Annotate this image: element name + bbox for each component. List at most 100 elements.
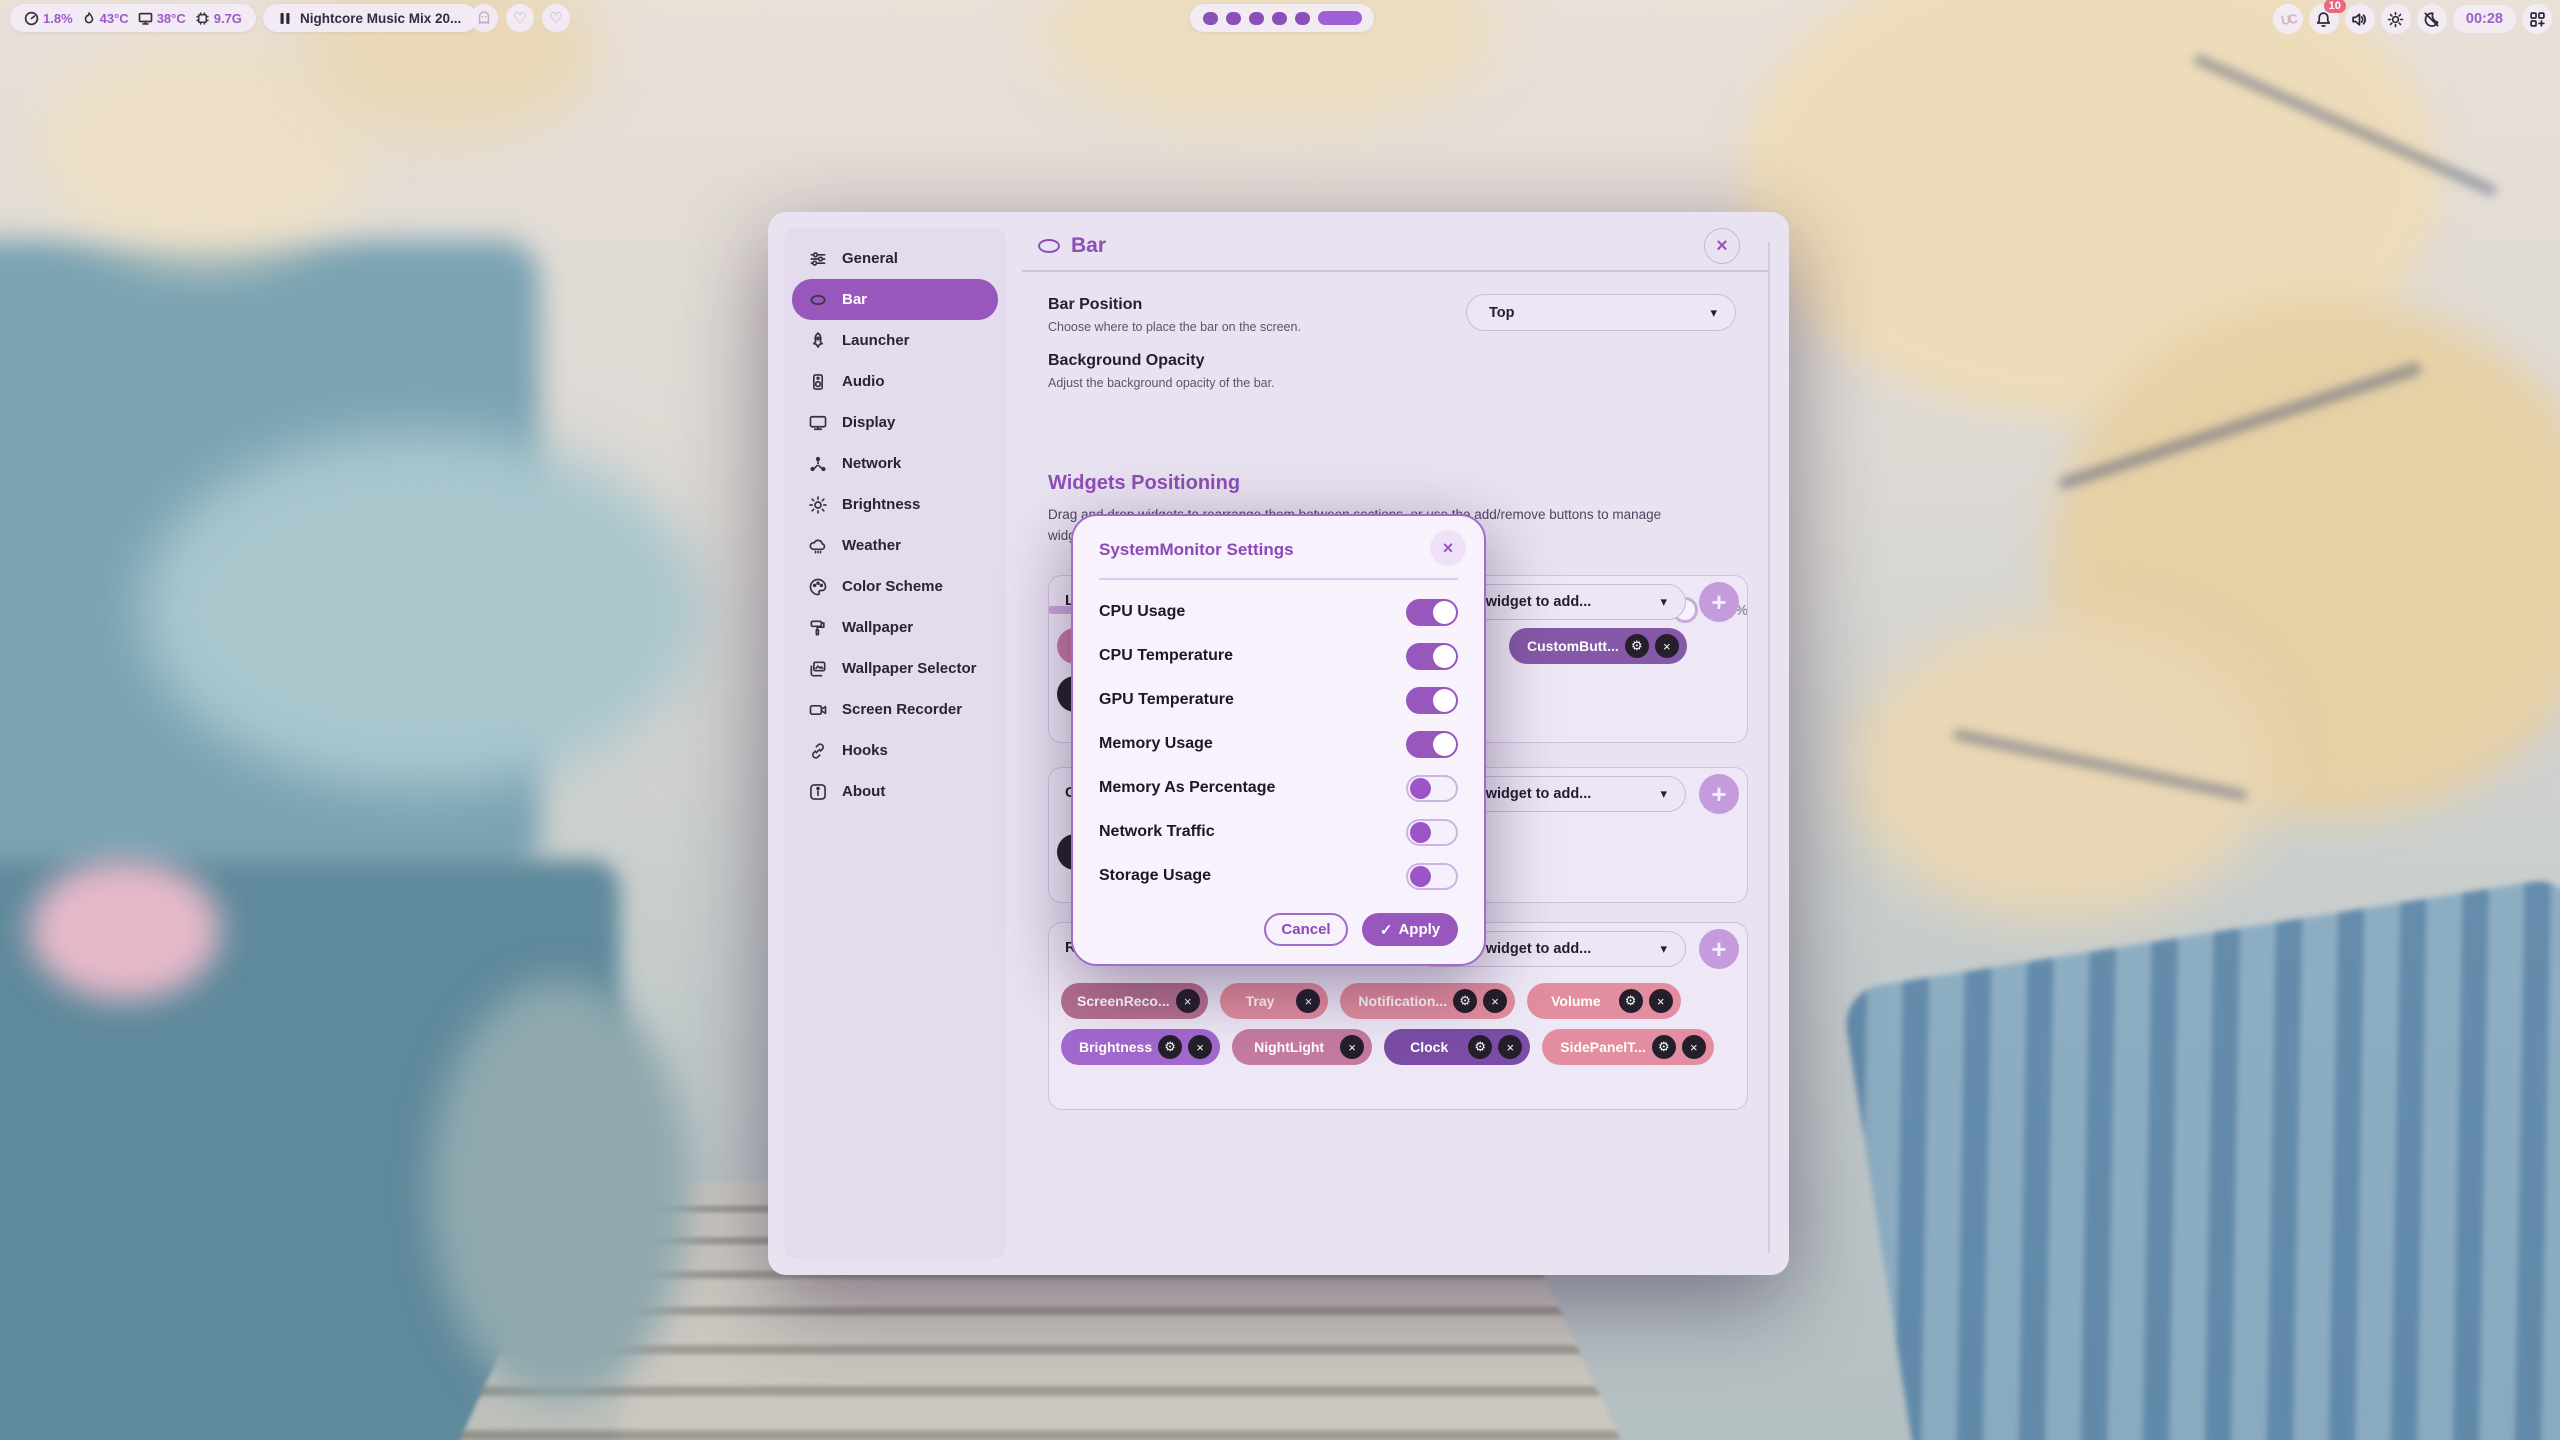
bar-position-description: Choose where to place the bar on the scr…	[1048, 320, 1301, 334]
chip-remove-icon[interactable]: ×	[1296, 989, 1320, 1013]
sidebar-item-network[interactable]: Network	[792, 443, 998, 484]
chip-remove-icon[interactable]: ×	[1498, 1035, 1522, 1059]
widget-chip-custombutton[interactable]: CustomButt... ⚙ ×	[1509, 628, 1687, 664]
chevron-down-icon: ▾	[1710, 305, 1717, 321]
monitor-icon	[808, 413, 828, 433]
dashboard-button[interactable]	[2522, 4, 2552, 34]
window-close-button[interactable]: ×	[1704, 228, 1740, 264]
apply-button[interactable]: ✓ Apply	[1362, 913, 1458, 946]
chip-remove-icon[interactable]: ×	[1340, 1035, 1364, 1059]
volume-button[interactable]	[2345, 4, 2375, 34]
widget-chip-brightness[interactable]: Brightness ⚙ ×	[1061, 1029, 1220, 1065]
wallpaper-foliage	[1850, 620, 2270, 920]
chevron-down-icon: ▾	[1660, 941, 1667, 957]
left-widgets-add-button[interactable]: +	[1699, 582, 1739, 622]
workspace-dot-active[interactable]	[1318, 11, 1362, 25]
sidebar-item-weather[interactable]: Weather	[792, 525, 998, 566]
sidebar-item-wallpaper[interactable]: Wallpaper	[792, 607, 998, 648]
like-button[interactable]: ♡	[542, 4, 570, 32]
sidebar-item-launcher[interactable]: Launcher	[792, 320, 998, 361]
widget-chip-nightlight[interactable]: NightLight ×	[1232, 1029, 1372, 1065]
chip-remove-icon[interactable]: ×	[1655, 634, 1679, 658]
chip-settings-icon[interactable]: ⚙	[1625, 634, 1649, 658]
workspace-dot[interactable]	[1226, 12, 1241, 25]
memory-stat: 9.7G	[195, 11, 242, 26]
workspace-dot[interactable]	[1272, 12, 1287, 25]
sidebar-item-color-scheme[interactable]: Color Scheme	[792, 566, 998, 607]
center-widgets-add-button[interactable]: +	[1699, 774, 1739, 814]
heart-icon: ♡	[549, 11, 562, 26]
notifications-button[interactable]: 10	[2309, 4, 2339, 34]
night-light-button[interactable]	[2417, 4, 2447, 34]
tray-app-icon: UC	[2280, 11, 2297, 28]
workspace-indicator[interactable]	[1190, 4, 1374, 32]
toggle-thumb	[1433, 733, 1456, 756]
toggle-thumb	[1410, 822, 1431, 843]
toggle-thumb	[1410, 778, 1431, 799]
right-widgets-add-button[interactable]: +	[1699, 929, 1739, 969]
chip-settings-icon[interactable]: ⚙	[1453, 989, 1477, 1013]
ghost-button[interactable]	[470, 4, 498, 32]
widget-chip-tray[interactable]: Tray ×	[1220, 983, 1329, 1019]
clock-pill[interactable]: 00:28	[2453, 5, 2516, 33]
chip-remove-icon[interactable]: ×	[1188, 1035, 1212, 1059]
brightness-button[interactable]	[2381, 4, 2411, 34]
workspace-dot[interactable]	[1203, 12, 1218, 25]
paint-roller-icon	[808, 618, 828, 638]
speaker-icon	[2351, 11, 2368, 28]
wallpaper-blossom	[30, 860, 220, 1000]
widget-chip-notification[interactable]: Notification... ⚙ ×	[1340, 983, 1515, 1019]
memory-usage-toggle[interactable]	[1406, 731, 1458, 758]
gpu-temperature-toggle[interactable]	[1406, 687, 1458, 714]
toggle-row-cpu-usage: CPU Usage	[1099, 590, 1458, 634]
cpu-usage-toggle[interactable]	[1406, 599, 1458, 626]
sidebar-item-wallpaper-selector[interactable]: Wallpaper Selector	[792, 648, 998, 689]
widget-chip-screenrecorder[interactable]: ScreenReco... ×	[1061, 983, 1208, 1019]
workspace-dot[interactable]	[1249, 12, 1264, 25]
memory-as-percentage-toggle[interactable]	[1406, 775, 1458, 802]
page-title: Bar	[1038, 234, 1106, 258]
chip-remove-icon[interactable]: ×	[1483, 989, 1507, 1013]
chip-settings-icon[interactable]: ⚙	[1619, 989, 1643, 1013]
sidebar-item-about[interactable]: About	[792, 771, 998, 812]
workspace-dot[interactable]	[1295, 12, 1310, 25]
bar-position-dropdown[interactable]: Top ▾	[1466, 294, 1736, 331]
palette-icon	[808, 577, 828, 597]
sidebar-item-screen-recorder[interactable]: Screen Recorder	[792, 689, 998, 730]
top-bar: 1.8% 43°C 38°C 9.7G Nightcore Music Mix …	[0, 0, 2560, 36]
cpu-temperature-toggle[interactable]	[1406, 643, 1458, 670]
tray-app-button[interactable]: UC	[2273, 4, 2303, 34]
wallpaper-water	[140, 430, 700, 790]
toggle-row-cpu-temperature: CPU Temperature	[1099, 634, 1458, 678]
media-player-pill[interactable]: Nightcore Music Mix 20...	[263, 4, 477, 32]
chip-settings-icon[interactable]: ⚙	[1652, 1035, 1676, 1059]
sidebar-item-general[interactable]: General	[792, 238, 998, 279]
network-traffic-toggle[interactable]	[1406, 819, 1458, 846]
chip-settings-icon[interactable]: ⚙	[1468, 1035, 1492, 1059]
sun-icon	[808, 495, 828, 515]
media-title: Nightcore Music Mix 20...	[300, 11, 461, 26]
systemmonitor-settings-dialog: SystemMonitor Settings × CPU Usage CPU T…	[1071, 514, 1486, 966]
sidebar-item-brightness[interactable]: Brightness	[792, 484, 998, 525]
widget-chip-volume[interactable]: Volume ⚙ ×	[1527, 983, 1681, 1019]
chip-remove-icon[interactable]: ×	[1682, 1035, 1706, 1059]
chip-remove-icon[interactable]: ×	[1176, 989, 1200, 1013]
sidebar-item-audio[interactable]: Audio	[792, 361, 998, 402]
ghost-icon	[476, 10, 492, 26]
chip-remove-icon[interactable]: ×	[1649, 989, 1673, 1013]
system-stats-pill[interactable]: 1.8% 43°C 38°C 9.7G	[10, 4, 256, 32]
widget-chip-sidepanel[interactable]: SidePanelT... ⚙ ×	[1542, 1029, 1714, 1065]
sun-icon	[2387, 11, 2404, 28]
sidebar-item-bar[interactable]: Bar	[792, 279, 998, 320]
toggle-thumb	[1433, 601, 1456, 624]
storage-usage-toggle[interactable]	[1406, 863, 1458, 890]
chip-settings-icon[interactable]: ⚙	[1158, 1035, 1182, 1059]
cancel-button[interactable]: Cancel	[1264, 913, 1348, 946]
sidebar-item-display[interactable]: Display	[792, 402, 998, 443]
dialog-close-button[interactable]: ×	[1430, 530, 1466, 566]
heart-icon: ♡	[513, 11, 526, 26]
favorite-button[interactable]: ♡	[506, 4, 534, 32]
notification-badge: 10	[2324, 0, 2346, 13]
widget-chip-clock[interactable]: Clock ⚙ ×	[1384, 1029, 1530, 1065]
sidebar-item-hooks[interactable]: Hooks	[792, 730, 998, 771]
